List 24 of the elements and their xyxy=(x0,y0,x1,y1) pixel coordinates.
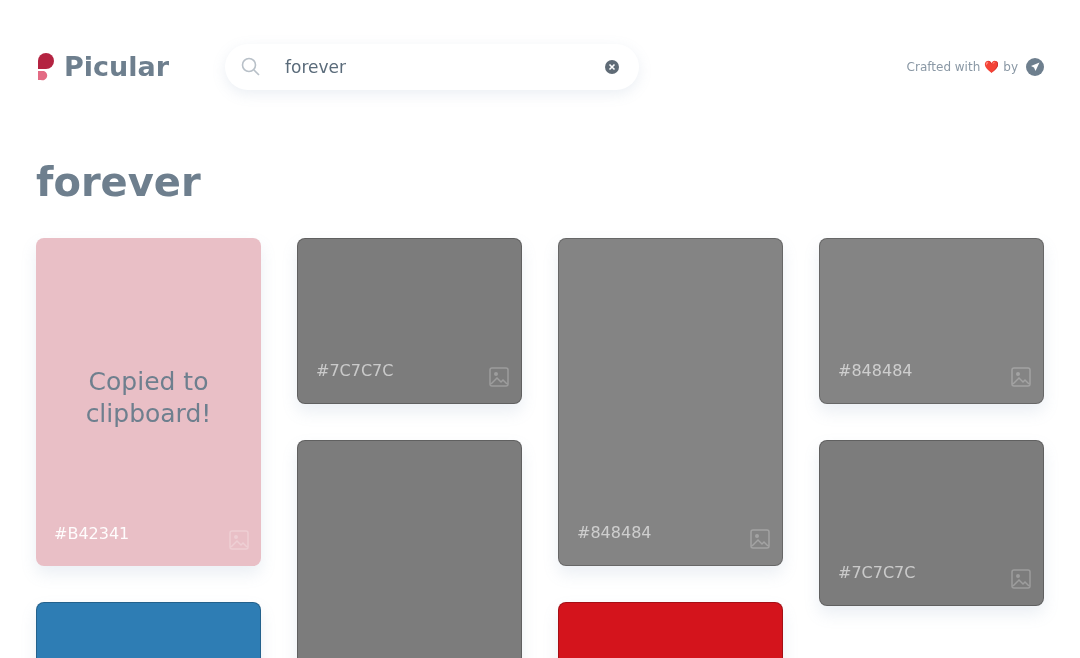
color-swatch[interactable]: #848484 xyxy=(558,238,783,566)
search-field[interactable]: forever xyxy=(225,44,640,90)
hex-code: #848484 xyxy=(577,522,652,544)
clear-icon[interactable] xyxy=(605,60,620,74)
hex-code: #7C7C7C xyxy=(316,360,394,382)
image-icon[interactable] xyxy=(1011,569,1031,589)
color-swatch[interactable]: #7C7C7C xyxy=(297,238,522,404)
credit-text: by xyxy=(1003,59,1018,76)
hex-code: #B42341 xyxy=(54,523,130,545)
search-icon xyxy=(241,57,262,77)
heart-icon: ❤ xyxy=(984,58,1000,76)
image-icon[interactable] xyxy=(750,529,770,549)
page-title: forever xyxy=(36,162,202,202)
hex-code: #7C7C7C xyxy=(838,562,916,584)
image-icon[interactable] xyxy=(489,367,509,387)
image-icon[interactable] xyxy=(1011,367,1031,387)
hex-code: #848484 xyxy=(838,360,913,382)
logo-text[interactable]: Picular xyxy=(64,46,170,88)
logo-icon xyxy=(36,52,56,82)
color-swatch[interactable]: #7C7C7C xyxy=(819,440,1044,606)
credit-text: Crafted with xyxy=(906,59,981,76)
color-swatch[interactable]: #848484 xyxy=(819,238,1044,404)
color-swatch[interactable]: Copied to clipboard! #B42341 xyxy=(36,238,261,566)
copied-message: Copied to clipboard! xyxy=(84,365,213,430)
